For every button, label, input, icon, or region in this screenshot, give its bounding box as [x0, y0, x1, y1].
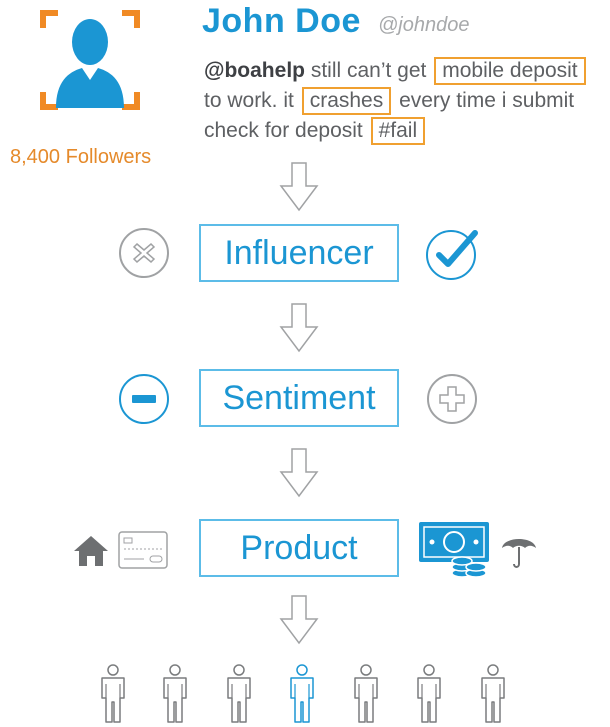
user-handle: @johndoe: [378, 14, 470, 36]
person-icon: [417, 664, 441, 723]
followers-count: 8,400 Followers: [10, 146, 152, 168]
credit-card-icon: [118, 531, 168, 569]
hashtag-highlight: #fail: [370, 117, 426, 145]
person-icon: [354, 664, 378, 723]
tweet-text: @boahelp still can’t get mobile deposit …: [204, 56, 604, 146]
tweet-mention: @boahelp: [204, 59, 305, 82]
person-icon: [290, 664, 314, 723]
house-icon: [74, 536, 108, 566]
person-icon: [101, 664, 125, 723]
person-icon: [227, 664, 251, 723]
down-arrow-icon: [279, 595, 319, 645]
plus-circle-icon: [427, 374, 477, 424]
x-circle-icon: [119, 228, 169, 278]
keyword-highlight: crashes: [301, 87, 392, 115]
person-icon: [481, 664, 505, 723]
stage-sentiment: Sentiment: [199, 369, 399, 427]
person-icon: [163, 664, 187, 723]
check-circle-icon: [426, 230, 478, 280]
stage-product: Product: [199, 519, 399, 577]
keyword-highlight: mobile deposit: [434, 57, 586, 85]
user-name: John Doe: [202, 2, 361, 40]
user-avatar-icon: [40, 10, 140, 110]
down-arrow-icon: [279, 303, 319, 353]
umbrella-icon: [502, 539, 536, 568]
down-arrow-icon: [279, 448, 319, 498]
money-coins-icon: [419, 522, 489, 578]
down-arrow-icon: [279, 162, 319, 212]
stage-influencer: Influencer: [199, 224, 399, 282]
minus-circle-icon: [119, 374, 169, 424]
